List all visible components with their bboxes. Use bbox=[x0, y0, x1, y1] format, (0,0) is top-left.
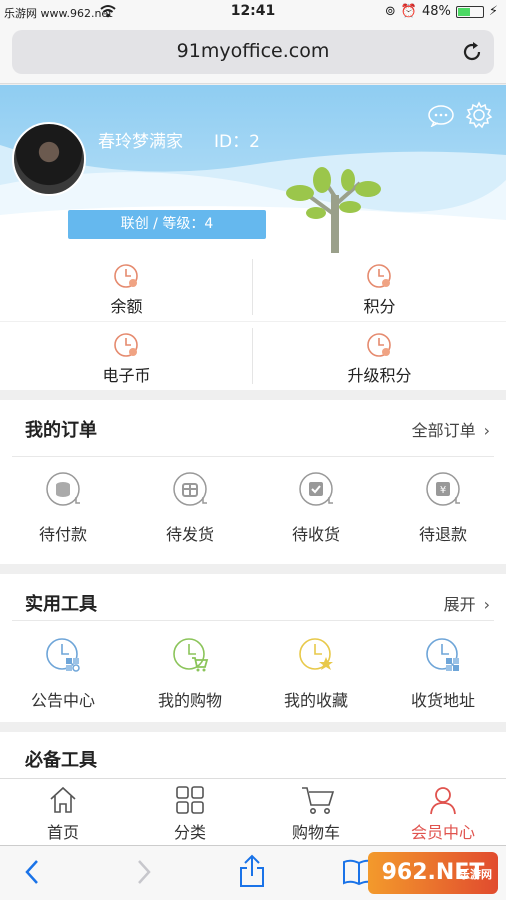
asset-label: 积分 bbox=[363, 297, 396, 316]
section-title: 我的订单 bbox=[25, 420, 97, 441]
forward-icon[interactable] bbox=[134, 858, 154, 886]
home-icon bbox=[50, 786, 76, 813]
asset-balance[interactable]: 余额 bbox=[0, 253, 253, 321]
tab-label: 首页 bbox=[46, 823, 79, 842]
tools-card: 实用工具 展开 › 公告中心 我的购物 我的收藏 收货地址 bbox=[0, 574, 506, 722]
clock-badge-icon bbox=[367, 333, 391, 357]
divider bbox=[12, 456, 494, 457]
divider bbox=[0, 321, 506, 322]
chevron-right-icon: › bbox=[483, 595, 490, 614]
divider bbox=[252, 328, 253, 384]
bottom-tab-bar: 首页 分类 购物车 会员中心 bbox=[0, 778, 506, 845]
address-icon bbox=[426, 638, 459, 671]
coins-icon bbox=[46, 472, 80, 506]
tool-label: 公告中心 bbox=[30, 691, 95, 710]
tab-categories[interactable]: 分类 bbox=[127, 779, 253, 846]
tool-label: 收货地址 bbox=[410, 691, 475, 710]
avatar[interactable] bbox=[12, 122, 86, 196]
address-bar[interactable]: 91myoffice.com bbox=[12, 30, 494, 74]
asset-upgrade-points[interactable]: 升级积分 bbox=[253, 322, 506, 390]
url-text[interactable]: 91myoffice.com bbox=[12, 40, 494, 62]
asset-label: 余额 bbox=[110, 297, 143, 316]
tool-label: 我的购物 bbox=[157, 691, 222, 710]
gear-icon[interactable] bbox=[465, 101, 493, 129]
asset-ecoin[interactable]: 电子币 bbox=[0, 322, 253, 390]
expand-link[interactable]: 展开 › bbox=[444, 591, 490, 615]
user-icon bbox=[430, 787, 456, 815]
star-icon bbox=[299, 638, 333, 670]
battery-percent: 48% bbox=[421, 4, 451, 19]
asset-label: 电子币 bbox=[102, 366, 151, 385]
tab-label: 会员中心 bbox=[410, 823, 475, 842]
section-title: 实用工具 bbox=[25, 594, 97, 615]
essentials-card: 必备工具 bbox=[0, 732, 506, 778]
notice-icon bbox=[46, 638, 80, 672]
order-label: 待发货 bbox=[165, 525, 214, 544]
user-id: ID：2 bbox=[214, 132, 260, 152]
section-title: 必备工具 bbox=[25, 750, 97, 771]
clock-badge-icon bbox=[367, 264, 391, 288]
battery-icon bbox=[455, 5, 484, 18]
chevron-right-icon: › bbox=[483, 421, 490, 440]
order-label: 待退款 bbox=[418, 525, 467, 544]
tool-address[interactable]: 收货地址 bbox=[380, 632, 506, 732]
tab-label: 分类 bbox=[173, 823, 206, 842]
gift-icon bbox=[173, 472, 207, 506]
asset-points[interactable]: 积分 bbox=[253, 253, 506, 321]
back-icon[interactable] bbox=[22, 858, 42, 886]
divider bbox=[12, 620, 494, 621]
orders-card: 我的订单 全部订单 › 待付款 待发货 待收货 ¥ 待退款 bbox=[0, 400, 506, 564]
watermark-sub: 乐游网 bbox=[459, 868, 492, 881]
share-icon[interactable] bbox=[238, 854, 266, 888]
assets-panel: 余额 积分 电子币 升级积分 bbox=[0, 253, 506, 390]
tab-member-center[interactable]: 会员中心 bbox=[380, 779, 506, 846]
divider bbox=[252, 259, 253, 315]
member-level-badge: 联创 / 等级：4 bbox=[68, 210, 266, 239]
clock-badge-icon bbox=[114, 333, 138, 357]
order-label: 待付款 bbox=[38, 525, 87, 544]
tool-label: 我的收藏 bbox=[283, 691, 348, 710]
check-box-icon bbox=[299, 472, 333, 506]
tab-label: 购物车 bbox=[291, 823, 340, 842]
rotation-lock-icon: ⊚ bbox=[384, 4, 396, 19]
profile-banner: 春玲梦满家 ID：2 联创 / 等级：4 bbox=[0, 85, 506, 253]
message-icon[interactable] bbox=[428, 105, 454, 127]
tools-grid: 公告中心 我的购物 我的收藏 收货地址 bbox=[0, 632, 506, 732]
more-label: 全部订单 bbox=[411, 421, 476, 440]
cart-icon bbox=[173, 638, 209, 672]
all-orders-link[interactable]: 全部订单 › bbox=[412, 417, 490, 441]
order-pending-payment[interactable]: 待付款 bbox=[0, 466, 126, 566]
grid-icon bbox=[176, 786, 204, 814]
tab-home[interactable]: 首页 bbox=[0, 779, 126, 846]
more-label: 展开 bbox=[443, 595, 476, 614]
tool-favorites[interactable]: 我的收藏 bbox=[253, 632, 379, 732]
tool-my-shopping[interactable]: 我的购物 bbox=[127, 632, 253, 732]
cart-icon bbox=[302, 787, 335, 814]
charging-icon: ⚡ bbox=[488, 4, 498, 19]
reload-icon[interactable] bbox=[460, 40, 484, 64]
order-pending-shipment[interactable]: 待发货 bbox=[127, 466, 253, 566]
tab-cart[interactable]: 购物车 bbox=[253, 779, 379, 846]
site-watermark: 962.NET 乐游网 bbox=[368, 852, 498, 894]
yen-icon: ¥ bbox=[426, 472, 460, 506]
browser-address-area: 91myoffice.com bbox=[0, 26, 506, 84]
clock-badge-icon bbox=[114, 264, 138, 288]
order-label: 待收货 bbox=[291, 525, 340, 544]
asset-label: 升级积分 bbox=[347, 366, 412, 385]
svg-text:¥: ¥ bbox=[440, 485, 446, 496]
order-pending-refund[interactable]: ¥ 待退款 bbox=[380, 466, 506, 566]
tool-notices[interactable]: 公告中心 bbox=[0, 632, 126, 732]
alarm-icon: ⏰ bbox=[400, 4, 417, 19]
orders-grid: 待付款 待发货 待收货 ¥ 待退款 bbox=[0, 466, 506, 566]
user-name: 春玲梦满家 bbox=[98, 132, 183, 152]
order-pending-receipt[interactable]: 待收货 bbox=[253, 466, 379, 566]
status-bar: 乐游网 www.962.net 12:41 ⊚ ⏰ 48% ⚡ bbox=[0, 0, 506, 26]
